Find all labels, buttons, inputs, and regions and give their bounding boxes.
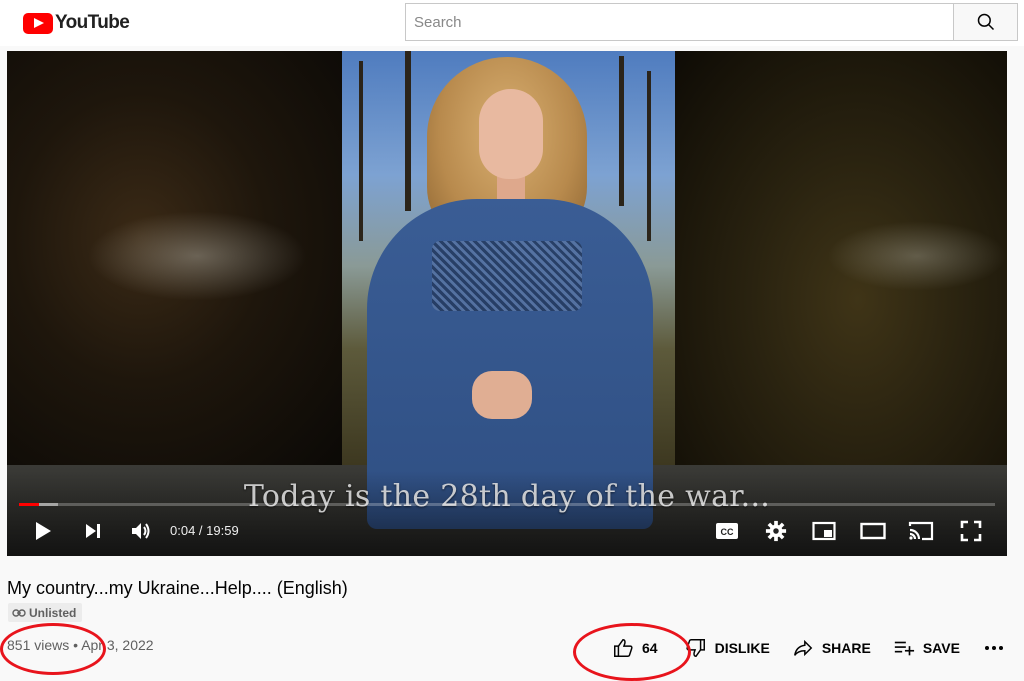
- tree-decoration: [647, 71, 651, 241]
- save-button[interactable]: SAVE: [893, 637, 960, 659]
- play-icon: [36, 522, 51, 540]
- more-actions-button[interactable]: [984, 645, 1012, 651]
- dislike-label: DISLIKE: [714, 640, 770, 656]
- video-caption: Today is the 28th day of the war...: [243, 479, 771, 514]
- volume-button[interactable]: [127, 517, 155, 545]
- youtube-logo[interactable]: YouTube: [23, 11, 130, 35]
- search-icon: [977, 13, 994, 31]
- badge-label: Unlisted: [29, 605, 77, 620]
- add-to-playlist-icon: [894, 641, 914, 656]
- share-arrow-icon: [793, 639, 813, 657]
- hoodie-print: [432, 241, 582, 311]
- presenter-face: [479, 89, 543, 179]
- unlisted-badge: Unlisted: [8, 603, 83, 622]
- more-horizontal-icon: [984, 646, 1003, 650]
- next-button[interactable]: [79, 517, 107, 545]
- video-player[interactable]: Today is the 28th day of the war... 0:04…: [7, 51, 1007, 556]
- like-button[interactable]: 64: [612, 637, 658, 659]
- save-label: SAVE: [922, 640, 960, 656]
- fullscreen-icon: [960, 520, 982, 542]
- presenter-hands: [472, 371, 532, 419]
- cc-icon: CC: [716, 523, 738, 539]
- dislike-button[interactable]: DISLIKE: [685, 637, 770, 659]
- miniplayer-button[interactable]: [810, 517, 838, 545]
- thumbs-up-icon: [614, 639, 633, 657]
- smoke-decoration: [87, 211, 307, 301]
- youtube-play-logo-icon: [23, 12, 53, 34]
- video-meta: 851 views • Apr 3, 2022: [7, 637, 154, 653]
- tree-decoration: [359, 61, 363, 241]
- meta-separator: •: [73, 637, 79, 653]
- like-count: 64: [642, 640, 658, 656]
- share-button[interactable]: SHARE: [792, 637, 871, 659]
- logo-text: YouTube: [55, 12, 130, 33]
- play-button[interactable]: [29, 517, 57, 545]
- tree-decoration: [619, 56, 624, 206]
- next-icon: [86, 524, 100, 538]
- miniplayer-icon: [812, 521, 836, 541]
- cast-button[interactable]: [907, 517, 935, 545]
- volume-icon: [132, 523, 150, 539]
- search-input[interactable]: [405, 3, 953, 41]
- cast-icon: [908, 521, 934, 541]
- settings-gear-icon: [765, 520, 787, 542]
- top-bar: YouTube: [0, 0, 1024, 46]
- video-title: My country...my Ukraine...Help.... (Engl…: [7, 578, 348, 598]
- tree-decoration: [405, 51, 411, 211]
- video-actions: 64 DISLIKE SHARE SAVE: [612, 632, 1012, 664]
- share-label: SHARE: [821, 640, 871, 656]
- search-button[interactable]: [953, 3, 1018, 41]
- progress-bar[interactable]: [19, 503, 995, 506]
- subtitles-button[interactable]: CC: [713, 517, 741, 545]
- smoke-decoration: [827, 221, 1007, 291]
- fullscreen-button[interactable]: [957, 517, 985, 545]
- time-display: 0:04 / 19:59: [170, 523, 239, 538]
- played-bar: [19, 503, 39, 506]
- link-icon: [12, 608, 26, 617]
- thumbs-down-icon: [685, 639, 705, 657]
- search-bar: [405, 3, 1018, 41]
- upload-date: Apr 3, 2022: [81, 637, 154, 653]
- view-count: 851 views: [7, 637, 70, 653]
- theater-mode-icon: [860, 522, 886, 540]
- cc-label: CC: [721, 527, 734, 537]
- settings-button[interactable]: [762, 517, 790, 545]
- theater-mode-button[interactable]: [859, 517, 887, 545]
